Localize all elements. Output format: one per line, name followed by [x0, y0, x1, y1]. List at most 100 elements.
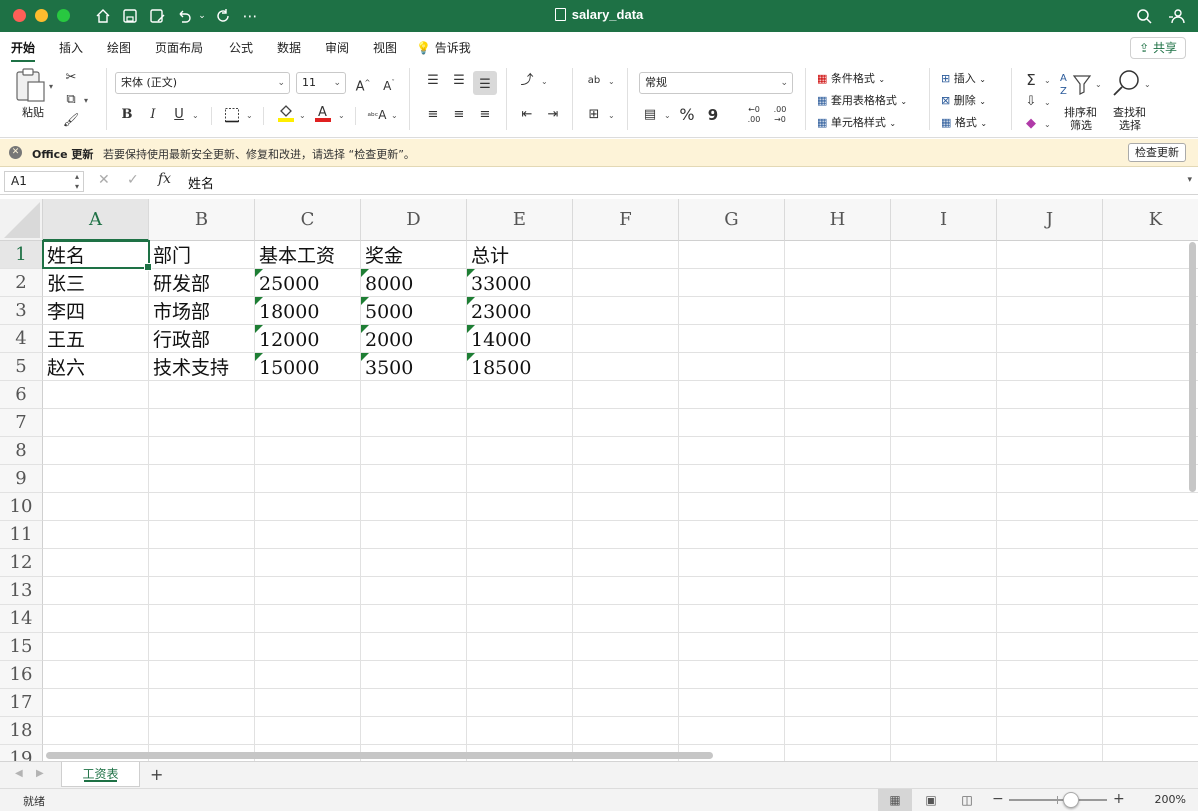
- bold-button[interactable]: B: [117, 105, 137, 125]
- cell-e2[interactable]: 33000: [467, 269, 573, 297]
- cell-e3[interactable]: 23000: [467, 297, 573, 325]
- phonetic-chevron-icon[interactable]: ⌄: [391, 111, 398, 120]
- fill-color-icon[interactable]: [276, 103, 296, 123]
- cell-c4[interactable]: 12000: [255, 325, 361, 353]
- share-button[interactable]: ⇪ 共享: [1130, 37, 1186, 59]
- clear-icon[interactable]: ◆: [1021, 114, 1041, 134]
- next-sheet-icon[interactable]: ▶: [36, 768, 44, 779]
- insert-function-button[interactable]: fx: [158, 171, 171, 187]
- tab-review[interactable]: 审阅: [325, 39, 349, 56]
- select-all-button[interactable]: [0, 199, 43, 241]
- row-header-7[interactable]: 7: [0, 409, 43, 437]
- page-layout-view-icon[interactable]: ▣: [914, 789, 948, 811]
- row-header-19[interactable]: 19: [0, 745, 43, 761]
- sheet-tab-salary[interactable]: 工资表: [61, 762, 140, 787]
- name-box[interactable]: A1 ▴ ▾: [4, 171, 84, 192]
- normal-view-icon[interactable]: ▦: [878, 789, 912, 811]
- font-size-select[interactable]: 11 ⌄: [296, 72, 346, 94]
- font-name-select[interactable]: 宋体 (正文) ⌄: [115, 72, 290, 94]
- accounting-format-icon[interactable]: ▤: [640, 105, 660, 125]
- row-header-8[interactable]: 8: [0, 437, 43, 465]
- expand-formula-icon[interactable]: ▾: [1187, 175, 1192, 185]
- search-icon[interactable]: [1135, 6, 1153, 26]
- column-header-c[interactable]: C: [255, 199, 361, 241]
- dismiss-notification-icon[interactable]: ✕: [9, 146, 22, 159]
- row-header-11[interactable]: 11: [0, 521, 43, 549]
- active-cell-outline[interactable]: [42, 240, 152, 271]
- autosum-icon[interactable]: Σ: [1021, 70, 1041, 90]
- fill-icon[interactable]: ⇩: [1021, 92, 1041, 112]
- zoom-out-button[interactable]: −: [992, 791, 1004, 807]
- zoom-slider-track[interactable]: [1009, 799, 1107, 801]
- cell-e1[interactable]: 总计: [467, 241, 573, 269]
- italic-button[interactable]: I: [143, 105, 163, 125]
- row-header-6[interactable]: 6: [0, 381, 43, 409]
- zoom-in-button[interactable]: +: [1113, 791, 1125, 807]
- clear-chevron-icon[interactable]: ⌄: [1044, 120, 1051, 129]
- column-header-i[interactable]: I: [891, 199, 997, 241]
- row-header-1[interactable]: 1: [0, 241, 43, 269]
- percent-button[interactable]: %: [677, 105, 697, 125]
- cell-c1[interactable]: 基本工资: [255, 241, 361, 269]
- column-header-e[interactable]: E: [467, 199, 573, 241]
- row-header-13[interactable]: 13: [0, 577, 43, 605]
- sort-filter-icon[interactable]: AZ: [1060, 70, 1096, 100]
- row-header-3[interactable]: 3: [0, 297, 43, 325]
- borders-chevron-icon[interactable]: ⌄: [246, 111, 253, 120]
- align-right-icon[interactable]: ≡: [475, 105, 495, 125]
- tab-tell-me[interactable]: 💡 告诉我: [416, 39, 471, 56]
- row-header-18[interactable]: 18: [0, 717, 43, 745]
- confirm-entry-icon[interactable]: ✓: [127, 172, 139, 188]
- cell-a5[interactable]: 赵六: [43, 353, 149, 381]
- phonetic-icon[interactable]: ᵃᵇᶜA: [367, 105, 387, 125]
- row-header-15[interactable]: 15: [0, 633, 43, 661]
- wrap-chevron-icon[interactable]: ⌄: [608, 77, 615, 86]
- number-format-select[interactable]: 常规 ⌄: [639, 72, 793, 94]
- column-header-a[interactable]: A: [43, 199, 149, 241]
- cell-e5[interactable]: 18500: [467, 353, 573, 381]
- page-break-view-icon[interactable]: ◫: [950, 789, 984, 811]
- cut-icon[interactable]: ✂: [61, 68, 81, 88]
- increase-indent-icon[interactable]: ⇥: [543, 105, 563, 125]
- orientation-chevron-icon[interactable]: ⌄: [541, 77, 548, 86]
- row-header-2[interactable]: 2: [0, 269, 43, 297]
- decrease-font-icon[interactable]: Aˇ: [379, 73, 399, 93]
- accounting-chevron-icon[interactable]: ⌄: [664, 111, 671, 120]
- font-color-icon[interactable]: A: [313, 103, 333, 123]
- copy-icon[interactable]: ⧉: [61, 90, 81, 110]
- cell-d4[interactable]: 2000: [361, 325, 467, 353]
- format-as-table-button[interactable]: ▦ 套用表格格式 ⌄: [817, 92, 907, 108]
- tab-insert[interactable]: 插入: [59, 39, 83, 56]
- vertical-scrollbar[interactable]: [1189, 242, 1196, 492]
- tab-draw[interactable]: 绘图: [107, 39, 131, 56]
- cell-c3[interactable]: 18000: [255, 297, 361, 325]
- wrap-text-icon[interactable]: ab: [584, 71, 604, 91]
- tab-data[interactable]: 数据: [277, 39, 301, 56]
- merge-chevron-icon[interactable]: ⌄: [608, 111, 615, 120]
- cell-a2[interactable]: 张三: [43, 269, 149, 297]
- autosum-chevron-icon[interactable]: ⌄: [1044, 76, 1051, 85]
- row-header-17[interactable]: 17: [0, 689, 43, 717]
- row-header-16[interactable]: 16: [0, 661, 43, 689]
- increase-font-icon[interactable]: A^: [353, 73, 373, 94]
- add-sheet-button[interactable]: +: [150, 765, 163, 784]
- underline-button[interactable]: U: [169, 105, 189, 125]
- column-header-j[interactable]: J: [997, 199, 1103, 241]
- row-header-5[interactable]: 5: [0, 353, 43, 381]
- cell-a4[interactable]: 王五: [43, 325, 149, 353]
- cell-d3[interactable]: 5000: [361, 297, 467, 325]
- horizontal-scrollbar[interactable]: [46, 752, 713, 759]
- comma-button[interactable]: 9: [703, 105, 723, 125]
- cell-c2[interactable]: 25000: [255, 269, 361, 297]
- cell-b1[interactable]: 部门: [149, 241, 255, 269]
- copy-chevron-icon[interactable]: ▾: [84, 96, 88, 105]
- row-header-9[interactable]: 9: [0, 465, 43, 493]
- align-top-icon[interactable]: ☰: [423, 71, 443, 91]
- align-left-icon[interactable]: ≡: [423, 105, 443, 125]
- decrease-decimal-icon[interactable]: .00 →0: [770, 105, 790, 125]
- merge-center-icon[interactable]: ⊞: [584, 105, 604, 125]
- row-header-10[interactable]: 10: [0, 493, 43, 521]
- cell-d2[interactable]: 8000: [361, 269, 467, 297]
- align-center-icon[interactable]: ≡: [449, 105, 469, 125]
- tab-home[interactable]: 开始: [11, 39, 36, 63]
